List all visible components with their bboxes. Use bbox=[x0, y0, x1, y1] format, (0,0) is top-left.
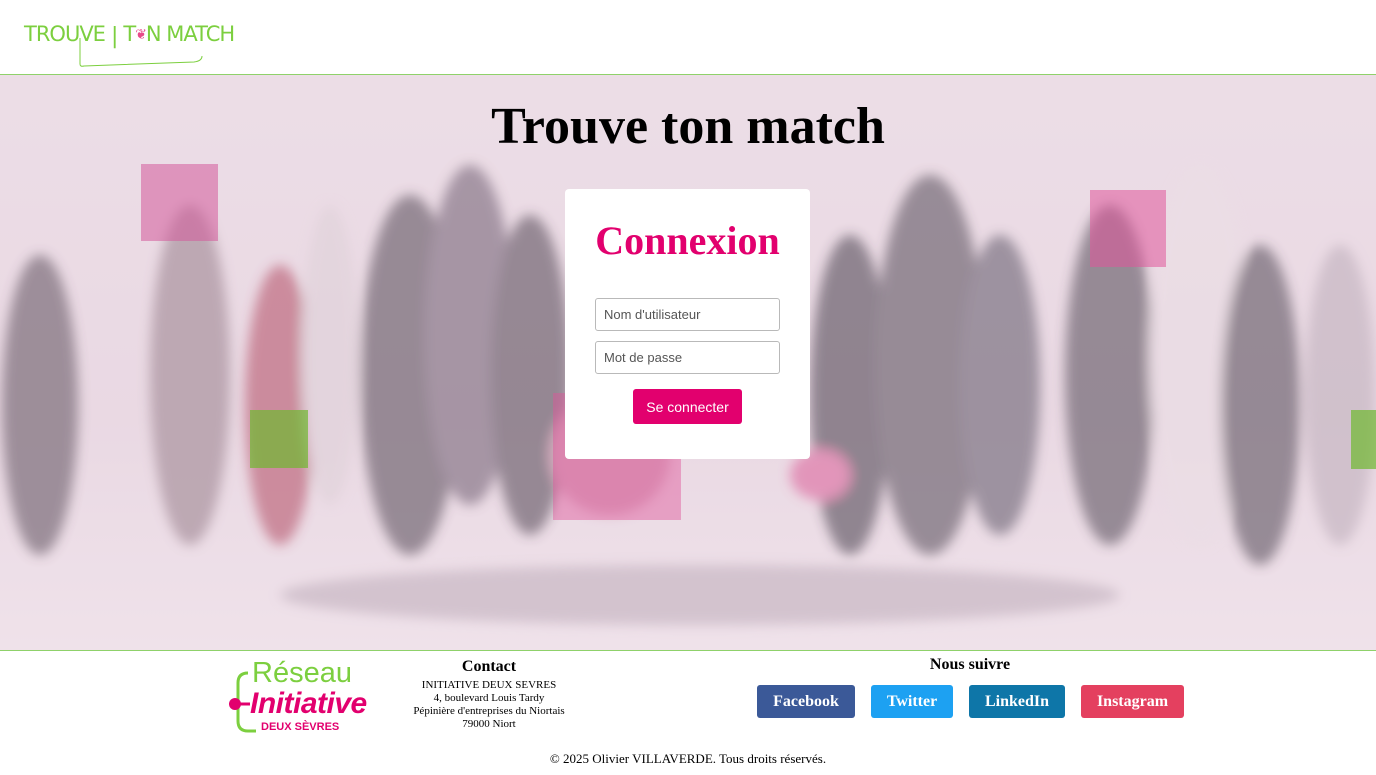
username-input[interactable] bbox=[595, 298, 780, 331]
logo-swoosh-icon bbox=[79, 38, 203, 67]
hero-section: Trouve ton match Connexion Se connecter bbox=[0, 75, 1376, 650]
copyright: © 2025 Olivier VILLAVERDE. Tous droits r… bbox=[549, 751, 827, 766]
page-title: Trouve ton match bbox=[491, 98, 885, 155]
decorative-green-square bbox=[250, 410, 308, 468]
contact-building: Pépinière d'entreprises du Niortais bbox=[413, 705, 565, 717]
decorative-green-square bbox=[1351, 410, 1376, 469]
contact-org: INITIATIVE DEUX SEVRES bbox=[421, 679, 557, 691]
contact-title: Contact bbox=[461, 658, 517, 675]
contact-street: 4, boulevard Louis Tardy bbox=[433, 692, 545, 704]
twitter-button[interactable]: Twitter bbox=[871, 685, 953, 718]
reseau-logo-line2: Initiative bbox=[250, 687, 367, 720]
site-logo[interactable]: TROUVE | T❦N MATCH bbox=[24, 18, 236, 68]
login-title: Connexion bbox=[595, 218, 780, 263]
instagram-button[interactable]: Instagram bbox=[1081, 685, 1184, 718]
password-input[interactable] bbox=[595, 341, 780, 374]
linkedin-button[interactable]: LinkedIn bbox=[969, 685, 1065, 718]
reseau-initiative-logo[interactable]: Réseau Initiative DEUX SÈVRES bbox=[226, 659, 376, 733]
site-header: TROUVE | T❦N MATCH bbox=[0, 0, 1376, 75]
contact-block: Contact INITIATIVE DEUX SEVRES 4, boulev… bbox=[400, 658, 578, 731]
reseau-logo-line3: DEUX SÈVRES bbox=[261, 721, 340, 733]
decorative-pink-square bbox=[1090, 190, 1166, 267]
contact-city: 79000 Niort bbox=[462, 718, 516, 730]
site-footer: Réseau Initiative DEUX SÈVRES Contact IN… bbox=[0, 650, 1376, 775]
login-card: Connexion Se connecter bbox=[565, 189, 810, 459]
reseau-logo-line1: Réseau bbox=[252, 657, 352, 689]
decorative-pink-square bbox=[141, 164, 218, 241]
follow-title: Nous suivre bbox=[929, 656, 1011, 673]
login-button[interactable]: Se connecter bbox=[633, 389, 742, 424]
facebook-button[interactable]: Facebook bbox=[757, 685, 855, 718]
